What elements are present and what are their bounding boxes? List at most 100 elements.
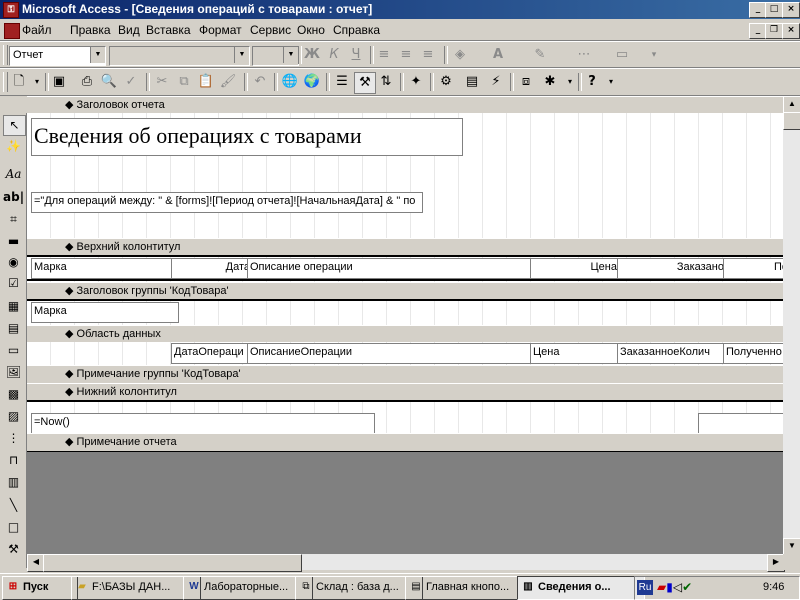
- unbound-object-icon[interactable]: ▩: [3, 385, 24, 404]
- group-top-line[interactable]: [27, 299, 783, 301]
- section-bar-report-footer[interactable]: ◆ Примечание отчета: [27, 433, 783, 452]
- control-wizards-icon[interactable]: ✨: [3, 137, 24, 156]
- description-textbox[interactable]: ОписаниеОперации: [247, 343, 533, 364]
- sorting-grouping-icon[interactable]: ⇅: [376, 72, 396, 92]
- italic-button[interactable]: К: [324, 45, 344, 65]
- line-width-icon[interactable]: ⋯: [574, 45, 594, 65]
- view-icon[interactable]: 🗋: [9, 72, 29, 92]
- fill-color-icon[interactable]: ◈: [450, 45, 470, 65]
- task-database[interactable]: ⧉ Склад : база д...: [295, 576, 423, 600]
- label-ordered[interactable]: Заказано: [617, 258, 727, 279]
- object-combo[interactable]: Отчет ▼: [9, 46, 106, 66]
- price-textbox[interactable]: Цена: [530, 343, 620, 364]
- access-key-icon[interactable]: ⚿: [3, 2, 19, 18]
- copy-icon[interactable]: ⧉: [174, 72, 194, 92]
- subform-icon[interactable]: ▥: [3, 473, 24, 492]
- print-preview-icon[interactable]: 🔍: [99, 72, 119, 92]
- received-textbox[interactable]: Полученно: [723, 343, 783, 364]
- border-style-icon[interactable]: ▭: [612, 45, 632, 65]
- now-textbox[interactable]: =Now(): [31, 413, 375, 434]
- checkbox-tool-icon[interactable]: ☑: [3, 274, 24, 293]
- build-icon[interactable]: ⚡: [486, 72, 506, 92]
- document-icon[interactable]: [4, 23, 20, 39]
- menu-view[interactable]: Вид: [118, 23, 140, 37]
- task-word[interactable]: W Лабораторные...: [183, 576, 313, 600]
- align-right-icon[interactable]: ≡: [418, 45, 438, 65]
- header-bottom-line[interactable]: [27, 279, 783, 281]
- print-icon[interactable]: ⎙: [77, 72, 97, 92]
- combo-box-icon[interactable]: ▦: [3, 297, 24, 316]
- header-top-line[interactable]: [27, 255, 783, 257]
- save-icon[interactable]: ▣: [49, 72, 69, 92]
- section-bar-group-footer[interactable]: ◆ Примечание группы 'КодТовара': [27, 365, 783, 384]
- hyperlink-icon[interactable]: 🌐: [280, 72, 300, 92]
- label-marka[interactable]: Марка: [31, 258, 177, 279]
- label-received[interactable]: По: [723, 258, 783, 279]
- footer-top-line[interactable]: [27, 400, 783, 402]
- field-list-icon[interactable]: ☰: [332, 72, 352, 92]
- underline-button[interactable]: Ч: [346, 45, 366, 65]
- cut-icon[interactable]: ✂: [152, 72, 172, 92]
- label-description[interactable]: Описание операции: [247, 258, 533, 279]
- select-objects-icon[interactable]: ↖: [3, 115, 26, 136]
- spelling-icon[interactable]: ✓: [121, 72, 141, 92]
- detail-band[interactable]: ДатаОпераци ОписаниеОперации Цена Заказа…: [27, 342, 783, 365]
- paste-icon[interactable]: 📋: [196, 72, 216, 92]
- title-bar[interactable]: ⚿ Microsoft Access - [Сведения операций …: [0, 0, 800, 19]
- hscroll-thumb[interactable]: [43, 554, 302, 572]
- view-dropdown-icon[interactable]: ▾: [27, 72, 47, 92]
- close-button[interactable]: ×: [782, 2, 800, 18]
- horizontal-scrollbar[interactable]: ◀ ▶: [27, 554, 785, 572]
- toolbar-grip[interactable]: [3, 72, 8, 92]
- report-header-band[interactable]: Сведения об операциях с товарами ="Для о…: [27, 113, 783, 238]
- more-controls-icon[interactable]: ⚒: [3, 540, 24, 559]
- report-title-label[interactable]: Сведения об операциях с товарами: [31, 118, 463, 156]
- code-icon[interactable]: ⚙: [436, 72, 456, 92]
- doc-restore-button[interactable]: ❐: [765, 23, 783, 39]
- tab-control-icon[interactable]: ⊓: [3, 451, 24, 470]
- toggle-button-icon[interactable]: ▬: [3, 232, 24, 251]
- font-combo[interactable]: ▼: [109, 46, 250, 66]
- menu-edit[interactable]: Правка: [70, 23, 111, 37]
- language-indicator[interactable]: Ru: [637, 580, 653, 595]
- task-folder[interactable]: ▰ F:\БАЗЫ ДАН...: [71, 576, 201, 600]
- tray-icons[interactable]: ▰▮◁✔: [657, 580, 692, 595]
- date-textbox[interactable]: ДатаОпераци: [171, 343, 253, 364]
- align-left-icon[interactable]: ≡: [374, 45, 394, 65]
- new-object-dropdown-icon[interactable]: ▾: [560, 72, 580, 92]
- menu-format[interactable]: Формат: [199, 23, 242, 37]
- properties-icon[interactable]: ▤: [462, 72, 482, 92]
- page-footer-band[interactable]: =Now(): [27, 400, 783, 434]
- textbox-tool-icon[interactable]: ab|: [3, 188, 24, 207]
- vertical-scrollbar[interactable]: ▲ ▼: [783, 96, 800, 556]
- menu-help[interactable]: Справка: [333, 23, 380, 37]
- menu-window[interactable]: Окно: [297, 23, 325, 37]
- size-combo[interactable]: ▼: [252, 46, 299, 66]
- start-button[interactable]: ⊞ Пуск: [2, 576, 78, 600]
- period-expression-textbox[interactable]: ="Для операций между: " & [forms]![Перио…: [31, 192, 423, 213]
- option-group-icon[interactable]: ⌗: [3, 210, 24, 229]
- toolbox-icon[interactable]: ⚒: [354, 72, 376, 94]
- task-report[interactable]: ▥ Сведения о...: [517, 576, 645, 600]
- more-buttons-icon[interactable]: ▾: [644, 45, 664, 65]
- group-marka-textbox[interactable]: Марка: [31, 302, 179, 323]
- bound-object-icon[interactable]: ▨: [3, 407, 24, 426]
- scroll-thumb[interactable]: [783, 112, 800, 130]
- web-toolbar-icon[interactable]: 🌍: [302, 72, 322, 92]
- font-color-icon[interactable]: A: [488, 45, 508, 65]
- bold-button[interactable]: Ж: [302, 45, 322, 65]
- image-tool-icon[interactable]: 🖼: [3, 363, 24, 382]
- label-price[interactable]: Цена: [530, 258, 620, 279]
- maximize-button[interactable]: □: [765, 2, 783, 18]
- option-button-icon[interactable]: ◉: [3, 253, 24, 272]
- align-center-icon[interactable]: ≡: [396, 45, 416, 65]
- group-header-band[interactable]: Марка: [27, 299, 783, 325]
- undo-icon[interactable]: ↶: [250, 72, 270, 92]
- clock[interactable]: 9:46: [763, 581, 784, 593]
- list-box-icon[interactable]: ▤: [3, 319, 24, 338]
- page-number-textbox[interactable]: [698, 413, 783, 434]
- line-color-icon[interactable]: ✎: [530, 45, 550, 65]
- more-buttons-icon[interactable]: ▾: [601, 72, 621, 92]
- page-header-band[interactable]: Марка Дата Описание операции Цена Заказа…: [27, 255, 783, 282]
- line-tool-icon[interactable]: ╲: [3, 496, 24, 515]
